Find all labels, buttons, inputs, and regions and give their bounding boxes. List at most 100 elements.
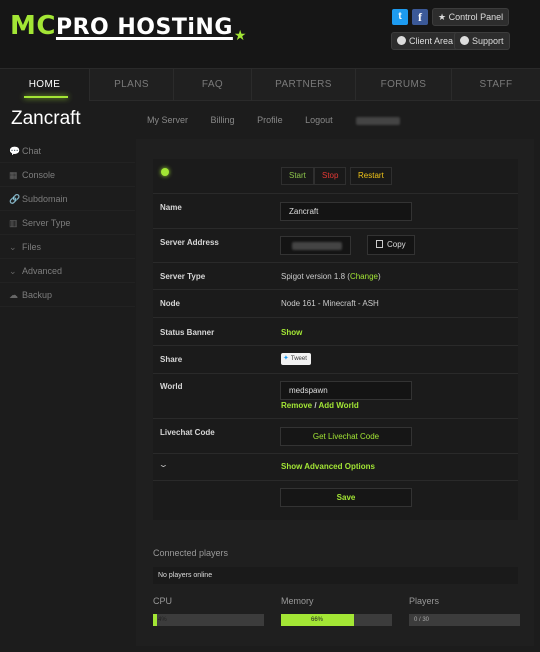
row-divider: [153, 373, 518, 374]
chevron-down-icon: ⌄: [9, 242, 17, 252]
show-advanced-link[interactable]: Show Advanced Options: [281, 462, 375, 471]
nav-active-indicator: [24, 96, 68, 98]
subnav-logout[interactable]: Logout: [305, 115, 400, 125]
chevron-down-icon[interactable]: ⌄: [158, 460, 169, 469]
subnav-profile[interactable]: Profile: [257, 115, 283, 125]
link-icon: 🔗: [9, 194, 21, 204]
players-bar: 0 / 30: [409, 614, 520, 626]
row-divider: [153, 317, 518, 318]
tweet-button[interactable]: ✦ Tweet: [281, 353, 311, 365]
share-label: Share: [160, 355, 183, 364]
sidebar-item-label: Console: [22, 170, 56, 180]
server-type-icon: ▥: [9, 218, 18, 228]
copy-icon: [376, 240, 383, 248]
players-label: Players: [409, 596, 440, 606]
main-nav: HOME PLANS FAQ PARTNERS FORUMS STAFF: [0, 68, 540, 101]
cpu-label: CPU: [153, 596, 173, 606]
subnav-billing[interactable]: Billing: [211, 115, 235, 125]
remove-world-link[interactable]: Remove: [281, 401, 312, 410]
control-panel-label: Control Panel: [448, 12, 504, 22]
sidebar-item-backup[interactable]: ☁ Backup: [0, 283, 135, 307]
sidebar-item-label: Chat: [22, 146, 42, 156]
nav-partners[interactable]: PARTNERS: [252, 69, 356, 101]
star-icon: ★: [438, 12, 449, 22]
cpu-bar: 4%: [153, 614, 264, 626]
client-area-button[interactable]: Client Area: [391, 32, 460, 50]
logout-label: Logout: [305, 115, 333, 125]
logo-star-icon: ★: [233, 28, 247, 44]
sidebar-item-label: Server Type: [22, 218, 71, 228]
add-world-link[interactable]: Add World: [319, 401, 359, 410]
globe-icon: [397, 36, 406, 45]
server-sidebar: 💬 Chat ▦ Console 🔗 Subdomain ▥ Server Type ⌄…: [0, 139, 135, 307]
sidebar-item-console[interactable]: ▦ Console: [0, 163, 135, 187]
logo-mc-text: MC: [10, 11, 56, 41]
nav-faq[interactable]: FAQ: [174, 69, 252, 101]
nav-staff[interactable]: STAFF: [452, 69, 540, 101]
sidebar-item-subdomain[interactable]: 🔗 Subdomain: [0, 187, 135, 211]
name-field[interactable]: Zancraft: [280, 202, 412, 221]
get-livechat-button[interactable]: Get Livechat Code: [280, 427, 412, 446]
subnav-my-server[interactable]: My Server: [147, 115, 188, 125]
redacted-address: [292, 241, 342, 250]
sidebar-item-files[interactable]: ⌄ Files: [0, 235, 135, 259]
cloud-icon: ☁: [9, 290, 18, 300]
client-area-label: Client Area: [409, 36, 454, 46]
memory-label: Memory: [281, 596, 314, 606]
row-divider: [153, 345, 518, 346]
site-logo[interactable]: MCPRO HOSTiNG★: [10, 11, 247, 44]
facebook-icon[interactable]: f: [412, 9, 428, 25]
node-label: Node: [160, 299, 180, 308]
sidebar-item-chat[interactable]: 💬 Chat: [0, 139, 135, 163]
world-actions: Remove / Add World: [281, 401, 359, 410]
tweet-label: Tweet: [290, 356, 307, 362]
livechat-label: Livechat Code: [160, 428, 215, 437]
row-divider: [153, 262, 518, 263]
save-button[interactable]: Save: [280, 488, 412, 507]
players-list-row: No players online: [153, 567, 518, 584]
chat-icon: 💬: [9, 146, 21, 156]
row-divider: [153, 228, 518, 229]
stop-button[interactable]: Stop: [314, 167, 347, 185]
sidebar-item-advanced[interactable]: ⌄ Advanced: [0, 259, 135, 283]
server-address-field[interactable]: [280, 236, 351, 255]
support-button[interactable]: Support: [454, 32, 510, 50]
copy-address-button[interactable]: Copy: [367, 235, 415, 255]
lifebuoy-icon: [460, 36, 469, 45]
show-banner-link[interactable]: Show: [281, 328, 302, 337]
restart-button[interactable]: Restart: [350, 167, 392, 185]
server-address-label: Server Address: [160, 238, 219, 247]
sidebar-item-label: Advanced: [22, 266, 63, 276]
server-title: Zancraft: [11, 108, 81, 129]
cpu-bar-fill: [153, 614, 158, 626]
world-label: World: [160, 382, 183, 391]
twitter-bird-icon: ✦: [283, 355, 289, 362]
twitter-icon[interactable]: t: [392, 9, 408, 25]
world-select[interactable]: medspawn: [280, 381, 412, 400]
account-subnav: My Server Billing Profile Logout: [147, 115, 420, 125]
sidebar-item-label: Backup: [22, 290, 53, 300]
chevron-down-icon: ⌄: [9, 266, 17, 276]
start-button[interactable]: Start: [281, 167, 314, 185]
change-type-link[interactable]: Change: [350, 272, 378, 281]
sidebar-item-label: Subdomain: [22, 194, 68, 204]
node-value: Node 161 - Minecraft - ASH: [281, 299, 379, 308]
console-icon: ▦: [9, 170, 18, 180]
nav-forums[interactable]: FORUMS: [356, 69, 452, 101]
server-type-value: Spigot version 1.8 (Change): [281, 272, 381, 281]
sidebar-item-server-type[interactable]: ▥ Server Type: [0, 211, 135, 235]
row-divider: [153, 289, 518, 290]
cpu-value: 4%: [158, 617, 167, 623]
copy-label: Copy: [387, 240, 406, 249]
server-type-text: Spigot version 1.8: [281, 272, 346, 281]
players-value: 0 / 30: [414, 617, 430, 623]
sidebar-item-label: Files: [22, 242, 42, 252]
row-divider: [153, 453, 518, 454]
connected-players-title: Connected players: [153, 548, 229, 558]
server-status-icon: [161, 168, 169, 176]
logo-text: PRO HOSTiNG: [55, 15, 233, 40]
server-type-label: Server Type: [160, 272, 206, 281]
control-panel-button[interactable]: ★ Control Panel: [432, 8, 510, 26]
memory-value: 66%: [311, 617, 324, 623]
nav-plans[interactable]: PLANS: [90, 69, 174, 101]
